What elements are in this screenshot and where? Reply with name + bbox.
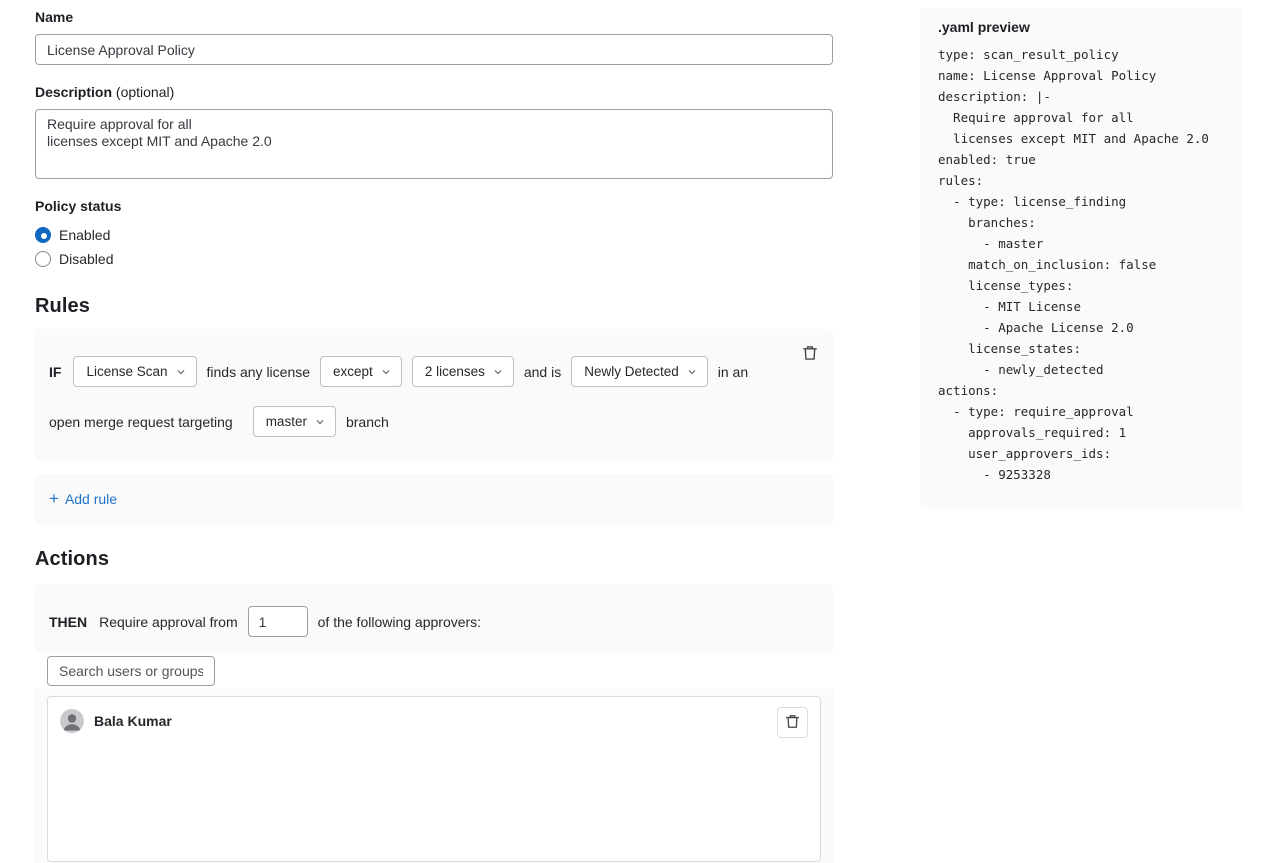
approver-search-section bbox=[35, 653, 833, 689]
branch-dropdown[interactable]: master bbox=[253, 406, 336, 437]
then-keyword: THEN bbox=[49, 614, 87, 630]
description-optional-hint: (optional) bbox=[112, 84, 174, 100]
if-keyword: IF bbox=[49, 364, 61, 380]
trash-icon bbox=[802, 345, 818, 364]
approvers-list: Bala Kumar bbox=[47, 696, 821, 862]
actions-heading: Actions bbox=[35, 548, 833, 571]
remove-approver-button[interactable] bbox=[777, 707, 808, 738]
delete-rule-button[interactable] bbox=[795, 339, 825, 369]
branch-suffix-text: branch bbox=[346, 414, 389, 430]
rule-card: IF License Scan finds any license except… bbox=[35, 329, 833, 461]
policy-status-radio-group: Enabled Disabled bbox=[35, 223, 833, 271]
policy-name-input[interactable] bbox=[35, 34, 833, 65]
user-avatar bbox=[60, 709, 84, 733]
chevron-down-icon bbox=[176, 367, 186, 377]
policy-editor-form: Name Description (optional) Require appr… bbox=[35, 9, 833, 863]
add-rule-section: + Add rule bbox=[35, 474, 833, 524]
approvals-required-input[interactable] bbox=[248, 606, 308, 637]
radio-disabled-control[interactable] bbox=[35, 251, 51, 267]
yaml-preview-panel: .yaml preview type: scan_result_policy n… bbox=[920, 8, 1243, 508]
radio-disabled[interactable]: Disabled bbox=[35, 247, 833, 271]
trash-icon bbox=[785, 714, 800, 732]
scan-type-dropdown[interactable]: License Scan bbox=[73, 356, 196, 387]
plus-icon: + bbox=[49, 492, 59, 506]
and-is-text: and is bbox=[524, 364, 561, 380]
require-approval-text: Require approval from bbox=[99, 614, 238, 630]
chevron-down-icon bbox=[381, 367, 391, 377]
policy-status-label: Policy status bbox=[35, 198, 833, 214]
chevron-down-icon bbox=[493, 367, 503, 377]
rule-condition-row: IF License Scan finds any license except… bbox=[49, 356, 819, 387]
name-label: Name bbox=[35, 9, 833, 25]
targeting-text: open merge request targeting bbox=[49, 414, 233, 430]
radio-enabled-label: Enabled bbox=[59, 227, 110, 243]
description-label: Description (optional) bbox=[35, 84, 833, 100]
add-rule-button[interactable]: + Add rule bbox=[49, 491, 117, 507]
approver-name: Bala Kumar bbox=[94, 713, 172, 729]
license-state-dropdown[interactable]: Newly Detected bbox=[571, 356, 708, 387]
yaml-code: type: scan_result_policy name: License A… bbox=[938, 44, 1225, 485]
approver-list-item: Bala Kumar bbox=[60, 709, 808, 733]
rule-branch-row: open merge request targeting master bran… bbox=[49, 406, 819, 437]
finds-any-license-text: finds any license bbox=[207, 364, 311, 380]
policy-description-textarea[interactable]: Require approval for all licenses except… bbox=[35, 109, 833, 179]
license-count-dropdown[interactable]: 2 licenses bbox=[412, 356, 514, 387]
radio-enabled-control[interactable] bbox=[35, 227, 51, 243]
search-users-groups-input[interactable] bbox=[47, 656, 215, 686]
radio-enabled[interactable]: Enabled bbox=[35, 223, 833, 247]
yaml-preview-title: .yaml preview bbox=[938, 19, 1225, 35]
rules-heading: Rules bbox=[35, 295, 833, 318]
in-an-text: in an bbox=[718, 364, 748, 380]
action-card: THEN Require approval from of the follow… bbox=[35, 584, 833, 863]
following-approvers-text: of the following approvers: bbox=[318, 614, 481, 630]
radio-disabled-label: Disabled bbox=[59, 251, 113, 267]
action-approval-row: THEN Require approval from of the follow… bbox=[35, 584, 833, 637]
chevron-down-icon bbox=[687, 367, 697, 377]
match-mode-dropdown[interactable]: except bbox=[320, 356, 402, 387]
chevron-down-icon bbox=[315, 417, 325, 427]
